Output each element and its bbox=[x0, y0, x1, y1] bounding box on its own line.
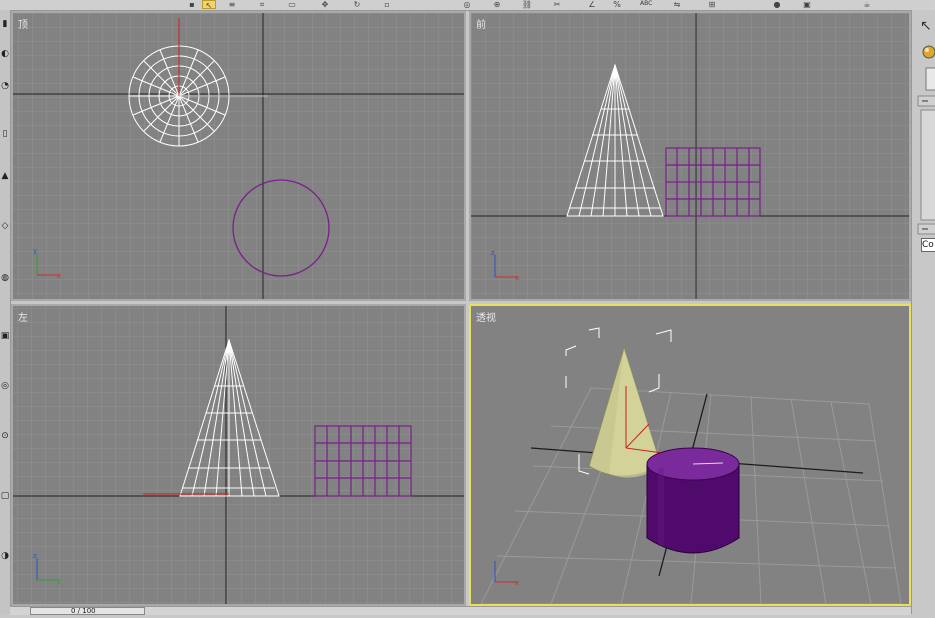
viewport-left-label[interactable]: 左 bbox=[18, 309, 28, 324]
reference-coord-icon[interactable]: ◎ bbox=[460, 0, 474, 9]
viewport-front-label[interactable]: 前 bbox=[476, 16, 486, 31]
tool-icon-4[interactable]: ▯ bbox=[0, 128, 10, 140]
svg-text:x: x bbox=[515, 274, 519, 282]
viewport-front[interactable]: x z 前 bbox=[469, 11, 911, 301]
select-by-name-icon[interactable]: ≡ bbox=[225, 0, 239, 9]
quick-render-icon[interactable]: ☕ bbox=[860, 0, 874, 9]
svg-text:x: x bbox=[57, 272, 61, 280]
spell-label: ABC bbox=[640, 0, 653, 7]
main-toolbar: ▪ ↖ ≡ ⌗ ▭ ✥ ↻ ▫ ◎ ⊕ ⛓ ✂ ∠ % ABC ⇋ ⊞ ● ▣ … bbox=[0, 0, 935, 11]
svg-text:y: y bbox=[33, 247, 37, 255]
svg-text:z: z bbox=[33, 552, 37, 560]
angle-snap-icon[interactable]: % bbox=[610, 0, 624, 9]
unlink-icon[interactable]: ✂ bbox=[550, 0, 564, 9]
tool-icon-6[interactable]: ◇ bbox=[0, 220, 10, 232]
tool-icon-8[interactable]: ▣ bbox=[0, 330, 10, 342]
viewport-perspective[interactable]: x 透视 bbox=[469, 304, 911, 606]
region-select-icon[interactable]: ⌗ bbox=[255, 0, 269, 9]
tool-icon-3[interactable]: ◔ bbox=[0, 80, 10, 92]
svg-text:x: x bbox=[515, 579, 519, 587]
left-tool-strip: ▮ ◐ ◔ ▯ ▲ ◇ ◍ ▣ ◎ ⊙ ▢ ◑ bbox=[0, 10, 11, 614]
svg-text:y: y bbox=[57, 577, 61, 585]
tool-icon-11[interactable]: ▢ bbox=[0, 490, 10, 502]
viewport-perspective-canvas: x bbox=[471, 306, 909, 604]
command-panel: ↖ Co bbox=[911, 10, 935, 614]
mirror-icon[interactable]: ⇋ bbox=[670, 0, 684, 9]
viewport-front-canvas: x z bbox=[471, 13, 909, 299]
select-object-icon[interactable]: ↖ bbox=[202, 0, 216, 10]
viewport-top-label[interactable]: 顶 bbox=[18, 16, 28, 31]
align-icon[interactable]: ⊞ bbox=[705, 0, 719, 9]
scale-icon[interactable]: ▫ bbox=[380, 0, 394, 9]
render-setup-icon[interactable]: ▣ bbox=[800, 0, 814, 9]
move-icon[interactable]: ✥ bbox=[318, 0, 332, 9]
tool-icon-9[interactable]: ◎ bbox=[0, 380, 10, 392]
rotate-icon[interactable]: ↻ bbox=[350, 0, 364, 9]
viewport-perspective-label[interactable]: 透视 bbox=[476, 309, 496, 324]
viewport-left-canvas: y z bbox=[13, 306, 464, 604]
tool-icon-12[interactable]: ◑ bbox=[0, 550, 10, 562]
pivot-icon[interactable]: ⊕ bbox=[490, 0, 504, 9]
snap-icon[interactable]: ∠ bbox=[585, 0, 599, 9]
tool-icon-1[interactable]: ▮ bbox=[0, 18, 10, 30]
window-crossing-icon[interactable]: ▭ bbox=[285, 0, 299, 9]
command-panel-graphics: ↖ bbox=[917, 18, 935, 235]
material-editor-icon[interactable]: ● bbox=[770, 0, 784, 9]
svg-text:z: z bbox=[491, 249, 495, 257]
viewport-left[interactable]: y z 左 bbox=[11, 304, 466, 606]
link-icon[interactable]: ⛓ bbox=[520, 0, 534, 9]
viewport-top[interactable]: x y 顶 bbox=[11, 11, 466, 301]
tool-icon-2[interactable]: ◐ bbox=[0, 48, 10, 60]
tool-icon-7[interactable]: ◍ bbox=[0, 272, 10, 284]
object-name-field[interactable]: Co bbox=[921, 238, 935, 252]
tool-icon-5[interactable]: ▲ bbox=[0, 170, 10, 182]
viewport-top-canvas: x y bbox=[13, 13, 464, 299]
select-icon[interactable]: ▪ bbox=[185, 0, 199, 9]
tool-icon-10[interactable]: ⊙ bbox=[0, 430, 10, 442]
svg-text:↖: ↖ bbox=[920, 18, 932, 34]
